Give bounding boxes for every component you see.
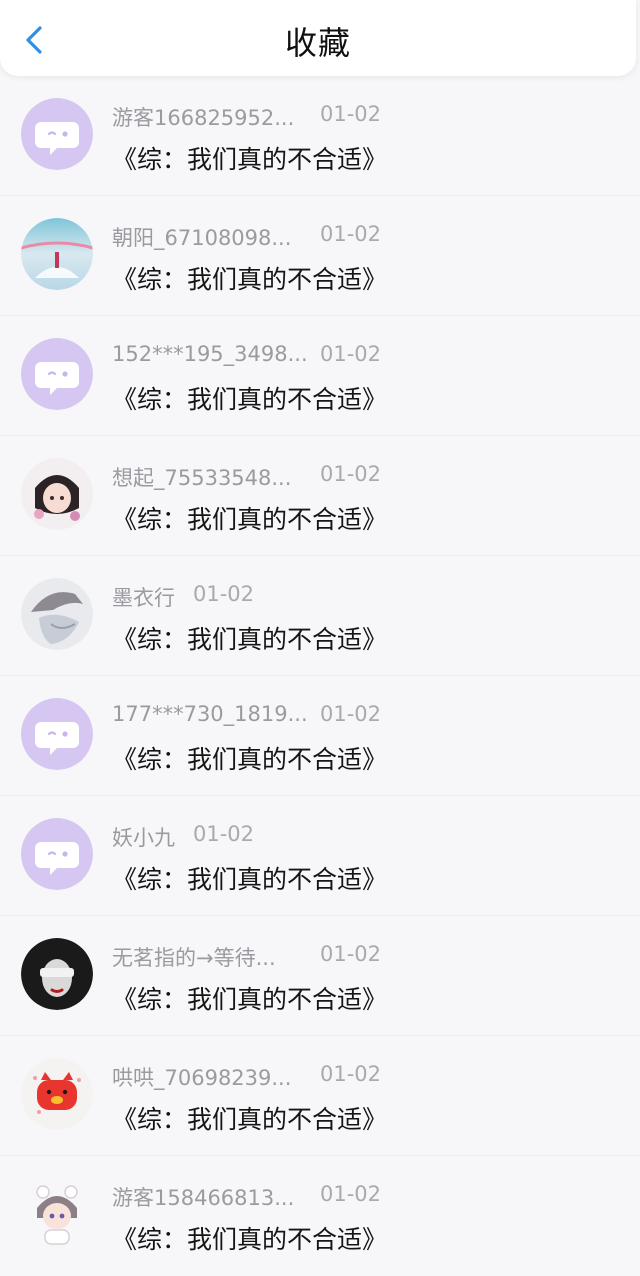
item-meta: 哄哄_70698239... 01-02 xyxy=(112,1062,381,1090)
item-date: 01-02 xyxy=(320,942,382,966)
pig-avatar[interactable] xyxy=(21,1058,93,1130)
user-name[interactable]: 游客158466813... xyxy=(112,1182,320,1212)
anime-avatar[interactable] xyxy=(21,458,93,530)
list-item[interactable]: 墨衣行 01-02 《综：我们真的不合适》 xyxy=(0,556,640,676)
item-date: 01-02 xyxy=(320,342,382,366)
user-name[interactable]: 哄哄_70698239... xyxy=(112,1062,320,1092)
item-meta: 游客158466813... 01-02 xyxy=(112,1182,381,1210)
top-bar: 收藏 xyxy=(0,0,636,76)
favorites-list: 游客166825952... 01-02 《综：我们真的不合适》 朝阳_67108… xyxy=(0,76,640,1276)
user-name[interactable]: 朝阳_67108098... xyxy=(112,222,320,252)
list-item[interactable]: 无茗指的→等待... 01-02 《综：我们真的不合适》 xyxy=(0,916,640,1036)
item-meta: 无茗指的→等待... 01-02 xyxy=(112,942,381,970)
scenery-avatar[interactable] xyxy=(21,218,93,290)
item-date: 01-02 xyxy=(193,822,255,846)
book-title[interactable]: 《综：我们真的不合适》 xyxy=(112,1220,387,1256)
list-item[interactable]: 朝阳_67108098... 01-02 《综：我们真的不合适》 xyxy=(0,196,640,316)
blindfold-avatar[interactable] xyxy=(21,938,93,1010)
list-item[interactable]: 游客158466813... 01-02 《综：我们真的不合适》 xyxy=(0,1156,640,1276)
item-date: 01-02 xyxy=(320,462,382,486)
item-date: 01-02 xyxy=(193,582,255,606)
book-title[interactable]: 《综：我们真的不合适》 xyxy=(112,260,387,296)
item-meta: 妖小九 01-02 xyxy=(112,822,254,850)
book-title[interactable]: 《综：我们真的不合适》 xyxy=(112,380,387,416)
item-meta: 177***730_1819... 01-02 xyxy=(112,702,381,730)
item-meta: 游客166825952... 01-02 xyxy=(112,102,381,130)
user-name[interactable]: 妖小九 xyxy=(112,822,175,852)
list-item[interactable]: 177***730_1819... 01-02 《综：我们真的不合适》 xyxy=(0,676,640,796)
default-chat-avatar[interactable] xyxy=(21,698,93,770)
book-title[interactable]: 《综：我们真的不合适》 xyxy=(112,860,387,896)
list-item[interactable]: 想起_75533548... 01-02 《综：我们真的不合适》 xyxy=(0,436,640,556)
default-chat-avatar[interactable] xyxy=(21,818,93,890)
hooded-avatar[interactable] xyxy=(21,578,93,650)
book-title[interactable]: 《综：我们真的不合适》 xyxy=(112,140,387,176)
user-name[interactable]: 177***730_1819... xyxy=(112,702,320,726)
default-chat-avatar[interactable] xyxy=(21,98,93,170)
user-name[interactable]: 无茗指的→等待... xyxy=(112,942,320,972)
item-meta: 朝阳_67108098... 01-02 xyxy=(112,222,381,250)
chibi-avatar[interactable] xyxy=(21,1178,93,1250)
item-date: 01-02 xyxy=(320,1062,382,1086)
list-item[interactable]: 哄哄_70698239... 01-02 《综：我们真的不合适》 xyxy=(0,1036,640,1156)
item-meta: 152***195_3498... 01-02 xyxy=(112,342,381,370)
item-date: 01-02 xyxy=(320,222,382,246)
item-date: 01-02 xyxy=(320,1182,382,1206)
book-title[interactable]: 《综：我们真的不合适》 xyxy=(112,500,387,536)
item-date: 01-02 xyxy=(320,102,382,126)
user-name[interactable]: 游客166825952... xyxy=(112,102,320,132)
list-item[interactable]: 游客166825952... 01-02 《综：我们真的不合适》 xyxy=(0,76,640,196)
item-date: 01-02 xyxy=(320,702,382,726)
book-title[interactable]: 《综：我们真的不合适》 xyxy=(112,740,387,776)
book-title[interactable]: 《综：我们真的不合适》 xyxy=(112,1100,387,1136)
item-meta: 想起_75533548... 01-02 xyxy=(112,462,381,490)
list-item[interactable]: 妖小九 01-02 《综：我们真的不合适》 xyxy=(0,796,640,916)
default-chat-avatar[interactable] xyxy=(21,338,93,410)
user-name[interactable]: 152***195_3498... xyxy=(112,342,320,366)
book-title[interactable]: 《综：我们真的不合适》 xyxy=(112,980,387,1016)
list-item[interactable]: 152***195_3498... 01-02 《综：我们真的不合适》 xyxy=(0,316,640,436)
page-title: 收藏 xyxy=(284,24,351,62)
user-name[interactable]: 想起_75533548... xyxy=(112,462,320,492)
book-title[interactable]: 《综：我们真的不合适》 xyxy=(112,620,387,656)
item-meta: 墨衣行 01-02 xyxy=(112,582,254,610)
user-name[interactable]: 墨衣行 xyxy=(112,582,175,612)
